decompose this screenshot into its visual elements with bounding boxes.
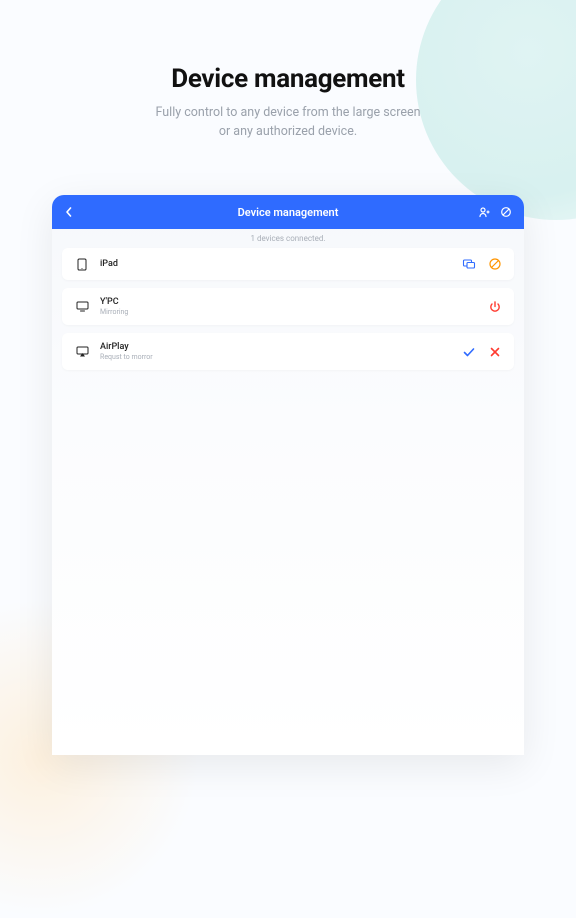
airplay-icon bbox=[74, 346, 90, 357]
status-text: 1 devices connected. bbox=[52, 229, 524, 248]
power-icon[interactable] bbox=[488, 300, 502, 314]
device-row[interactable]: Y'PC Mirroring bbox=[62, 288, 514, 325]
reject-icon[interactable] bbox=[488, 345, 502, 359]
mirror-icon[interactable] bbox=[462, 257, 476, 271]
panel-header: Device management bbox=[52, 195, 524, 229]
panel-title: Device management bbox=[52, 206, 524, 219]
device-name: iPad bbox=[100, 259, 462, 269]
device-text: AirPlay Requst to morror bbox=[100, 342, 462, 361]
device-text: iPad bbox=[100, 259, 462, 269]
accept-icon[interactable] bbox=[462, 345, 476, 359]
tablet-icon bbox=[74, 258, 90, 271]
prohibit-icon[interactable] bbox=[488, 257, 502, 271]
device-row[interactable]: AirPlay Requst to morror bbox=[62, 333, 514, 370]
page-title: Device management bbox=[0, 64, 576, 94]
user-icon[interactable] bbox=[478, 206, 490, 218]
device-panel: Device management 1 devices connected. bbox=[52, 195, 524, 755]
block-icon[interactable] bbox=[500, 206, 512, 218]
page-subtitle: Fully control to any device from the lar… bbox=[0, 104, 576, 142]
device-name: AirPlay bbox=[100, 342, 462, 352]
hero-section: Device management Fully control to any d… bbox=[0, 0, 576, 142]
back-icon[interactable] bbox=[64, 207, 74, 217]
device-status: Mirroring bbox=[100, 308, 488, 316]
device-list: iPad bbox=[52, 248, 524, 370]
device-name: Y'PC bbox=[100, 297, 488, 307]
device-text: Y'PC Mirroring bbox=[100, 297, 488, 316]
monitor-icon bbox=[74, 301, 90, 312]
device-status: Requst to morror bbox=[100, 353, 462, 361]
device-row[interactable]: iPad bbox=[62, 248, 514, 280]
